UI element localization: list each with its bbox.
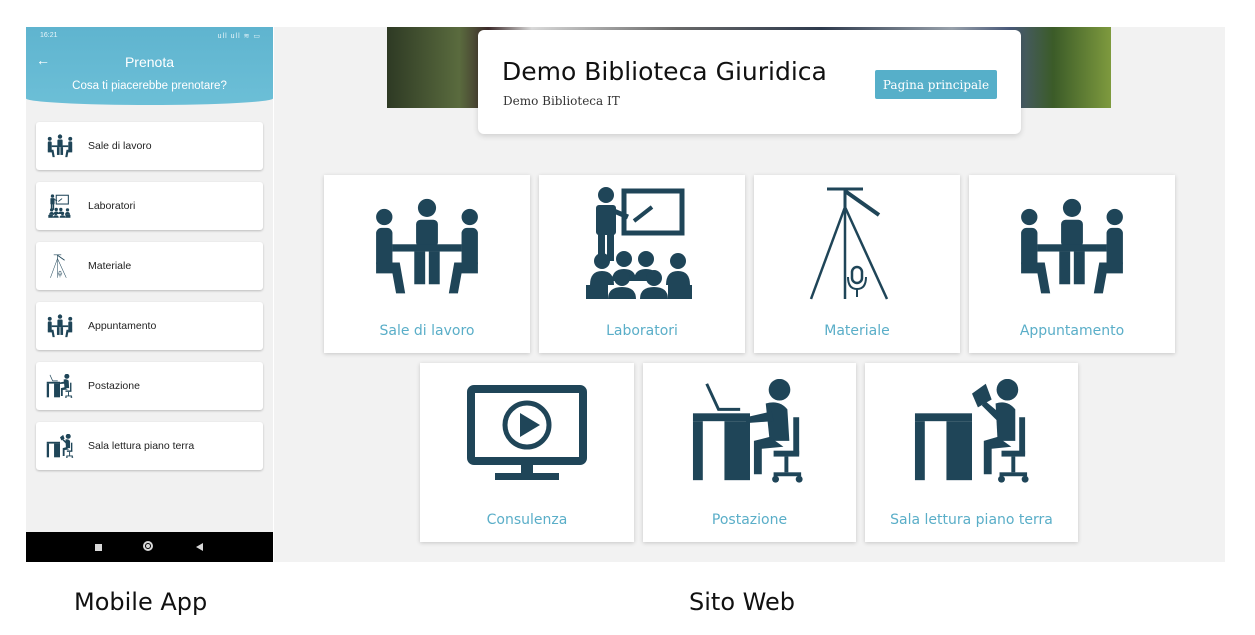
- mobile-app-screen: 16:21 ull ull ≋ ▭ ← Prenota Cosa ti piac…: [26, 27, 273, 562]
- desk-reading-icon: [46, 434, 74, 458]
- desk-laptop-icon: [691, 379, 809, 484]
- presentation-icon: [46, 194, 74, 218]
- status-bar: 16:21 ull ull ≋ ▭: [26, 32, 273, 44]
- meeting-icon: [46, 134, 74, 158]
- site-title: Demo Biblioteca Giuridica: [502, 57, 827, 86]
- list-item-label: Materiale: [88, 260, 132, 272]
- recent-apps-icon[interactable]: [95, 544, 102, 551]
- android-nav-bar: [26, 532, 273, 562]
- site-subtitle: Demo Biblioteca IT: [503, 94, 620, 108]
- tile-sale-di-lavoro[interactable]: Sale di lavoro: [324, 175, 530, 353]
- video-monitor-icon: [467, 385, 587, 485]
- tile-label: Postazione: [711, 512, 788, 528]
- list-item-materiale[interactable]: Materiale: [36, 242, 263, 290]
- desk-reading-icon: [913, 379, 1031, 484]
- list-item-sale-di-lavoro[interactable]: Sale di lavoro: [36, 122, 263, 170]
- list-item-postazione[interactable]: Postazione: [36, 362, 263, 410]
- home-page-button[interactable]: Pagina principale: [875, 70, 997, 99]
- tile-consulenza[interactable]: Consulenza: [420, 363, 634, 542]
- tile-label: Appuntamento: [1019, 323, 1125, 339]
- tripod-mic-icon: [46, 254, 74, 278]
- caption-mobile-app: Mobile App: [74, 588, 208, 616]
- tripod-mic-icon: [797, 185, 917, 300]
- website-screen: Demo Biblioteca Giuridica Demo Bibliotec…: [274, 27, 1225, 562]
- tile-label: Consulenza: [486, 512, 568, 528]
- tile-laboratori[interactable]: Laboratori: [539, 175, 745, 353]
- back-triangle-icon[interactable]: [196, 543, 203, 551]
- tile-label: Materiale: [824, 323, 890, 339]
- mobile-title: Prenota: [124, 54, 175, 70]
- tile-appuntamento[interactable]: Appuntamento: [969, 175, 1175, 353]
- list-item-label: Sala lettura piano terra: [88, 440, 195, 452]
- status-time: 16:21: [40, 32, 58, 39]
- mobile-header: 16:21 ull ull ≋ ▭ ← Prenota Cosa ti piac…: [26, 27, 273, 105]
- list-item-label: Sale di lavoro: [88, 140, 152, 152]
- tile-label: Laboratori: [606, 323, 678, 339]
- booking-list: Sale di lavoro Laboratori Materiale Appu…: [36, 122, 263, 482]
- list-item-label: Laboratori: [88, 200, 136, 212]
- mobile-subtitle: Cosa ti piacerebbe prenotare?: [72, 80, 227, 92]
- list-item-appuntamento[interactable]: Appuntamento: [36, 302, 263, 350]
- tile-postazione[interactable]: Postazione: [643, 363, 856, 542]
- tile-sala-lettura-piano-terra[interactable]: Sala lettura piano terra: [865, 363, 1078, 542]
- list-item-laboratori[interactable]: Laboratori: [36, 182, 263, 230]
- site-header-card: Demo Biblioteca Giuridica Demo Bibliotec…: [478, 30, 1021, 134]
- tile-materiale[interactable]: Materiale: [754, 175, 960, 353]
- meeting-icon: [372, 197, 482, 297]
- list-item-label: Postazione: [88, 380, 140, 392]
- tile-label: Sale di lavoro: [379, 323, 475, 339]
- status-icons: ull ull ≋ ▭: [217, 33, 261, 40]
- desk-laptop-icon: [46, 374, 74, 398]
- home-icon[interactable]: [143, 541, 153, 551]
- list-item-label: Appuntamento: [88, 320, 157, 332]
- presentation-icon: [582, 185, 702, 300]
- list-item-sala-lettura[interactable]: Sala lettura piano terra: [36, 422, 263, 470]
- meeting-icon: [1017, 197, 1127, 297]
- tile-label: Sala lettura piano terra: [890, 512, 1053, 528]
- meeting-icon: [46, 314, 74, 338]
- caption-sito-web: Sito Web: [689, 588, 795, 616]
